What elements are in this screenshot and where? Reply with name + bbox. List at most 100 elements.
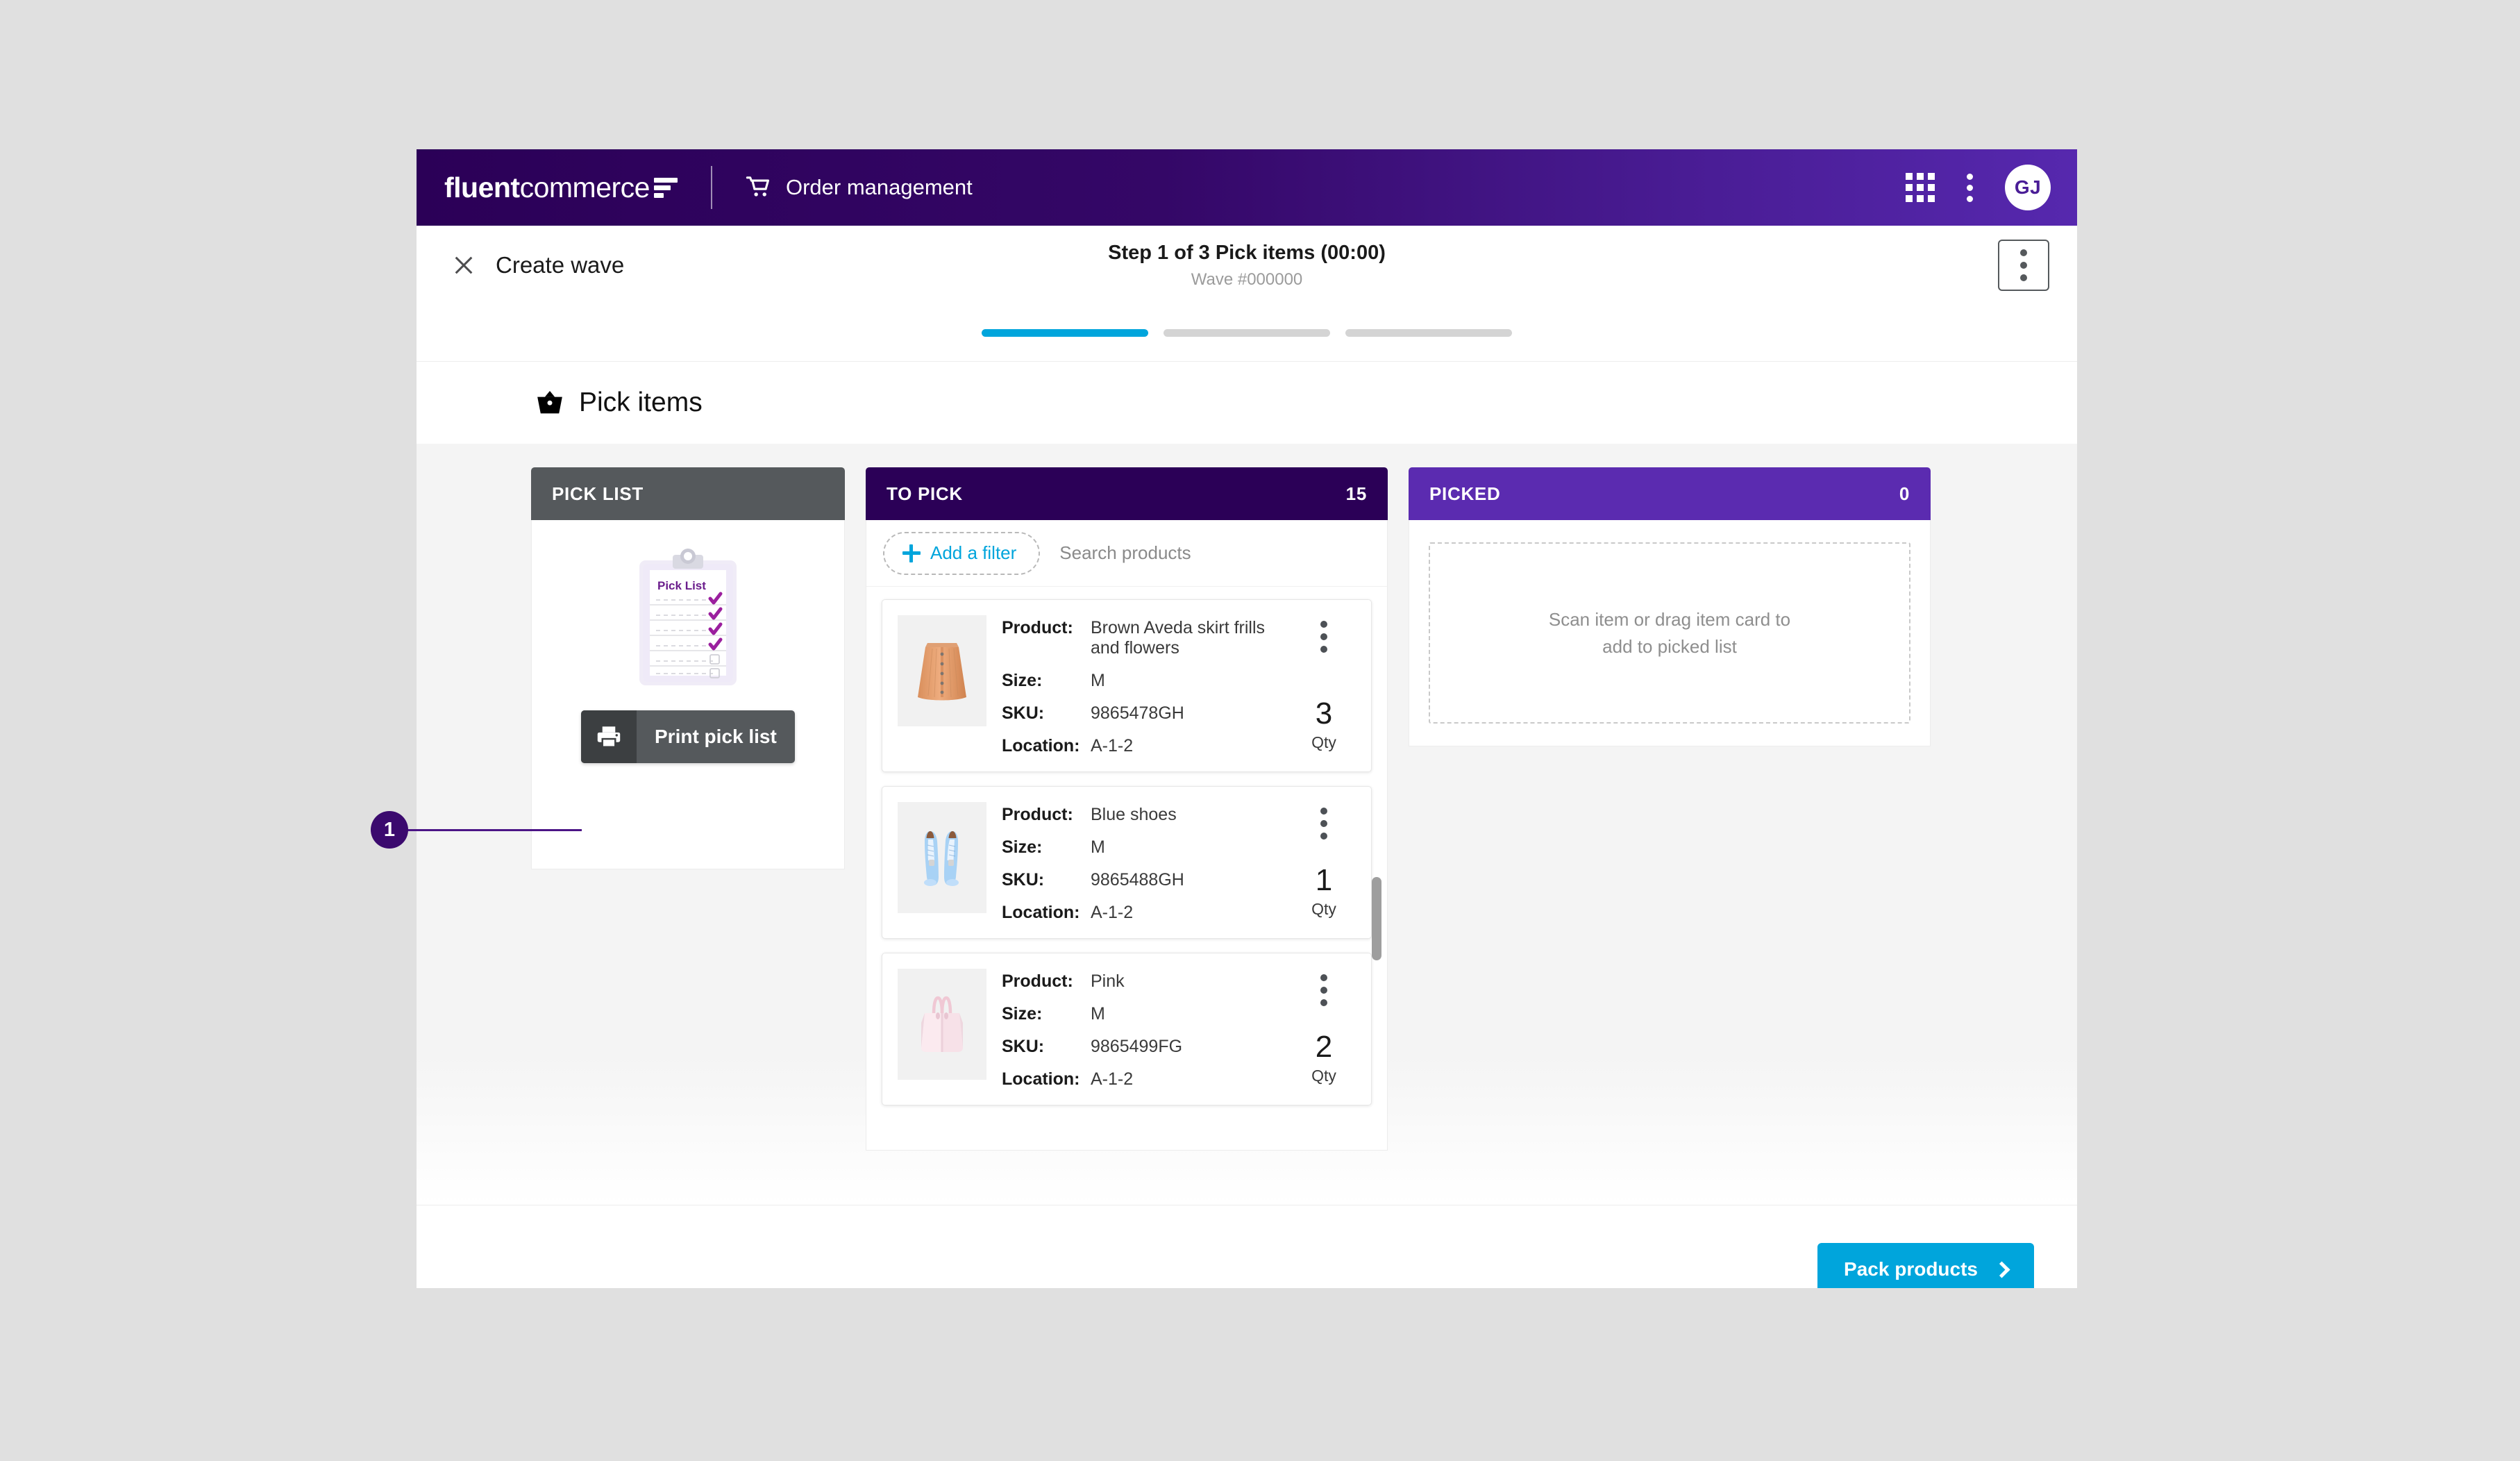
logo-text: fluentcommerce (444, 174, 650, 202)
add-filter-label: Add a filter (930, 542, 1016, 564)
to-pick-count: 15 (1346, 483, 1367, 505)
close-x-icon[interactable] (448, 250, 479, 281)
size-label: Size: (1002, 1004, 1091, 1024)
product-label: Product: (1002, 971, 1091, 992)
size-label: Size: (1002, 671, 1091, 691)
qty-value: 3 (1311, 699, 1336, 729)
product-value: Blue shoes (1091, 805, 1177, 825)
picked-dropzone-line1: Scan item or drag item card to (1549, 606, 1790, 633)
sku-row: SKU: 9865478GH (1002, 703, 1291, 724)
product-row: Product: Brown Aveda skirt frills and fl… (1002, 618, 1291, 658)
topbar-divider (711, 166, 712, 209)
svg-text:Pick List: Pick List (657, 579, 706, 592)
pack-products-button[interactable]: Pack products (1817, 1243, 2034, 1288)
item-fields: Product: Pink Size: M SKU: (986, 969, 1291, 1090)
sku-label: SKU: (1002, 703, 1091, 724)
pick-list-panel-body: Pick List (531, 520, 845, 869)
to-pick-panel-title: TO PICK (887, 483, 963, 505)
to-pick-item-list: Product: Brown Aveda skirt frills and fl… (866, 587, 1387, 1105)
page-more-vertical-icon[interactable] (1998, 240, 2049, 291)
size-value: M (1091, 671, 1105, 691)
qty-block: 2 Qty (1311, 1032, 1336, 1090)
shopping-cart-icon (746, 176, 771, 199)
to-pick-scrollbar-thumb[interactable] (1372, 877, 1381, 960)
sku-label: SKU: (1002, 1037, 1091, 1057)
topbar-actions: GJ (1906, 165, 2051, 210)
list-item[interactable]: Product: Blue shoes Size: M SKU: (882, 786, 1372, 939)
add-filter-button[interactable]: Add a filter (883, 532, 1040, 575)
item-more-vertical-icon[interactable] (1313, 971, 1334, 1009)
size-row: Size: M (1002, 1004, 1291, 1024)
blue-shoes-image (898, 802, 986, 913)
to-pick-scrollbar[interactable] (1372, 587, 1381, 1150)
picked-dropzone[interactable]: Scan item or drag item card to add to pi… (1429, 542, 1910, 724)
top-navigation-bar: fluentcommerce Order management (417, 149, 2077, 226)
size-row: Size: M (1002, 671, 1291, 691)
print-pick-list-button[interactable]: Print pick list (581, 710, 795, 763)
progress-step-1 (982, 329, 1148, 337)
panels-row: PICK LIST Pick List (417, 467, 2077, 1151)
avatar[interactable]: GJ (2005, 165, 2051, 210)
product-label: Product: (1002, 618, 1091, 638)
product-label: Product: (1002, 805, 1091, 825)
picked-dropzone-text: Scan item or drag item card to add to pi… (1549, 606, 1790, 660)
size-label: Size: (1002, 837, 1091, 858)
item-more-vertical-icon[interactable] (1313, 618, 1334, 656)
progress-steps (417, 304, 2077, 362)
product-value: Pink (1091, 971, 1125, 992)
basket-icon (536, 390, 564, 416)
app-grid-icon[interactable] (1906, 173, 1935, 202)
size-value: M (1091, 837, 1105, 858)
product-value: Brown Aveda skirt frills and flowers (1091, 618, 1291, 658)
brown-skirt-image (898, 615, 986, 726)
to-pick-panel: TO PICK 15 Add a filter (866, 467, 1388, 1151)
order-management-nav[interactable]: Order management (746, 175, 973, 200)
sku-label: SKU: (1002, 870, 1091, 890)
product-row: Product: Blue shoes (1002, 805, 1291, 825)
item-right: 2 Qty (1291, 969, 1357, 1090)
location-value: A-1-2 (1091, 736, 1133, 756)
qty-label: Qty (1311, 900, 1336, 919)
pick-list-panel-title: PICK LIST (552, 483, 644, 505)
pick-list-panel: PICK LIST Pick List (531, 467, 845, 1151)
product-row: Product: Pink (1002, 971, 1291, 992)
step-indicator: Step 1 of 3 Pick items (00:00) Wave #000… (417, 226, 2077, 304)
fluent-bars-icon (654, 178, 678, 198)
content-area: PICK LIST Pick List (417, 444, 2077, 1205)
printer-icon (581, 710, 637, 763)
qty-block: 3 Qty (1311, 699, 1336, 756)
list-item[interactable]: Product: Brown Aveda skirt frills and fl… (882, 599, 1372, 772)
pack-products-label: Pack products (1844, 1258, 1978, 1280)
location-value: A-1-2 (1091, 903, 1133, 923)
picked-panel: PICKED 0 Scan item or drag item card to … (1409, 467, 1931, 1151)
app-window: fluentcommerce Order management (417, 149, 2077, 1288)
topbar-more-vertical-icon[interactable] (1958, 169, 1981, 206)
item-right: 3 Qty (1291, 615, 1357, 756)
qty-value: 1 (1311, 865, 1336, 896)
plus-icon (902, 544, 921, 562)
filter-row: Add a filter (866, 520, 1387, 587)
list-item[interactable]: Product: Pink Size: M SKU: (882, 953, 1372, 1105)
print-pick-list-label: Print pick list (637, 726, 777, 748)
sku-row: SKU: 9865488GH (1002, 870, 1291, 890)
page-title: Create wave (496, 252, 624, 278)
fluent-commerce-logo[interactable]: fluentcommerce (444, 149, 678, 226)
logo-text-regular: commerce (520, 172, 650, 203)
wave-id: Wave #000000 (1191, 270, 1303, 290)
progress-step-3 (1345, 329, 1512, 337)
pick-list-panel-header: PICK LIST (531, 467, 845, 520)
sku-row: SKU: 9865499FG (1002, 1037, 1291, 1057)
location-row: Location: A-1-2 (1002, 736, 1291, 756)
location-value: A-1-2 (1091, 1069, 1133, 1090)
sku-value: 9865488GH (1091, 870, 1184, 890)
footer-bar: Pack products (417, 1205, 2077, 1288)
location-row: Location: A-1-2 (1002, 903, 1291, 923)
sub-header: Create wave Step 1 of 3 Pick items (00:0… (417, 226, 2077, 304)
qty-block: 1 Qty (1311, 865, 1336, 923)
section-title: Pick items (579, 387, 703, 418)
location-label: Location: (1002, 736, 1091, 756)
search-products-input[interactable] (1059, 542, 1370, 564)
item-more-vertical-icon[interactable] (1313, 805, 1334, 842)
picked-panel-header: PICKED 0 (1409, 467, 1931, 520)
order-management-label: Order management (786, 175, 973, 200)
